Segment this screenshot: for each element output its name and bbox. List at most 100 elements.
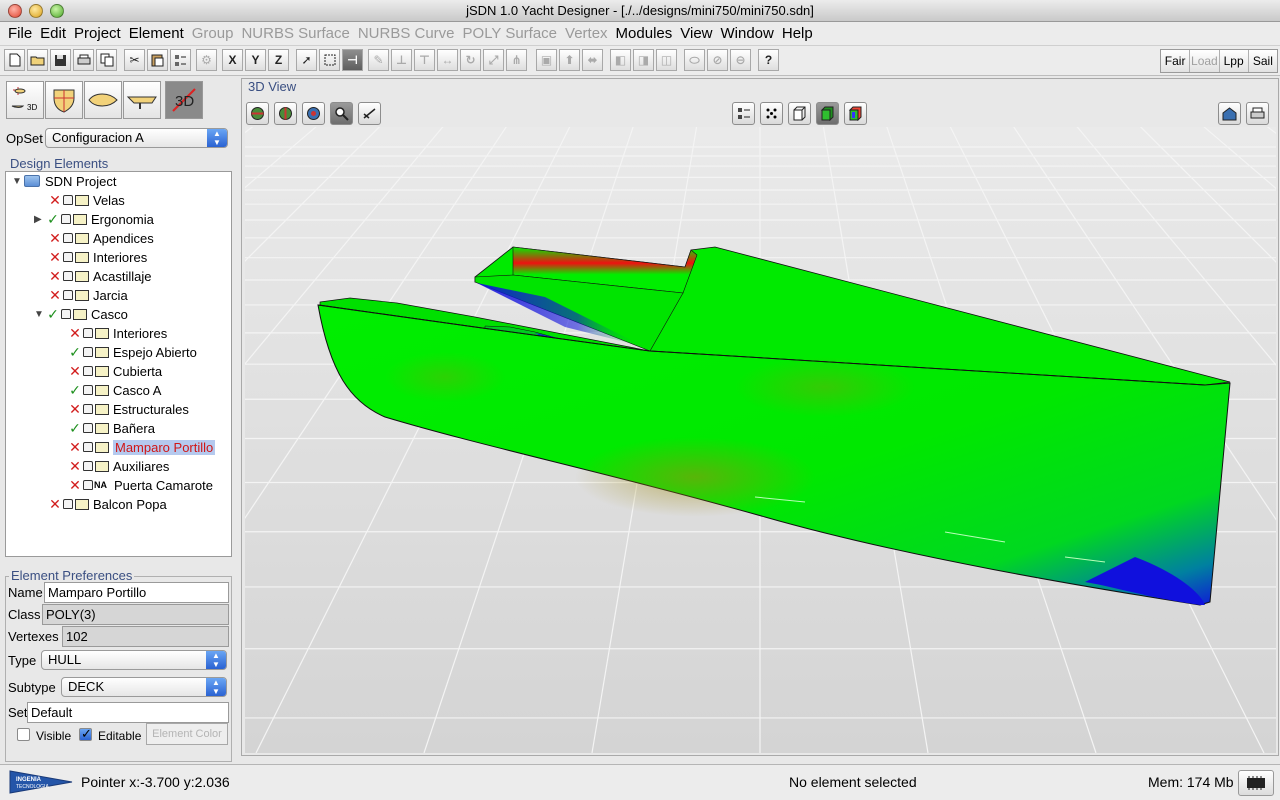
type-select[interactable]: HULL ▲ ▼	[41, 650, 227, 670]
menu-project[interactable]: Project	[70, 25, 125, 42]
name-field[interactable]: Mamparo Portillo	[44, 582, 229, 603]
pan-view-button[interactable]	[302, 102, 325, 125]
menu-nurbs-surface[interactable]: NURBS Surface	[237, 25, 353, 42]
surface-tool-1-button[interactable]: ▣	[536, 49, 557, 71]
tree-item-mamparo-portillo[interactable]: ✕ Mamparo Portillo	[68, 438, 216, 456]
sail-module-button[interactable]: Sail	[1248, 50, 1277, 72]
vertex-tool-6-button[interactable]: ⋔	[506, 49, 527, 71]
paste-button[interactable]	[147, 49, 168, 71]
menu-nurbs-curve[interactable]: NURBS Curve	[354, 25, 459, 42]
tree-root[interactable]: ▼ SDN Project	[12, 172, 117, 190]
print-button[interactable]	[73, 49, 94, 71]
tree-item-jarcia[interactable]: ✕ Jarcia	[48, 286, 128, 304]
3d-view-button[interactable]: 3D	[165, 81, 203, 119]
minimize-window-button[interactable]	[29, 4, 43, 18]
render-mode-5-button[interactable]	[844, 102, 867, 125]
vertex-tool-2-button[interactable]: ⊤	[414, 49, 435, 71]
garbage-collect-button[interactable]	[1238, 770, 1274, 796]
tree-item-ergonomia[interactable]: ▶ ✓ Ergonomia	[34, 210, 154, 228]
vertex-tool-5-button[interactable]: ⤢	[483, 49, 504, 71]
help-button[interactable]: ?	[758, 49, 779, 71]
tree-item-apendices[interactable]: ✕ Apendices	[48, 229, 154, 247]
visible-checkbox[interactable]	[17, 728, 30, 741]
render-mode-3-button[interactable]	[788, 102, 811, 125]
zoom-window-button[interactable]	[50, 4, 64, 18]
mirror-tool-1-button[interactable]: ◧	[610, 49, 631, 71]
load-module-button[interactable]: Load	[1190, 50, 1220, 72]
tree-item-acastillaje[interactable]: ✕ Acastillaje	[48, 267, 151, 285]
tree-item-cubierta[interactable]: ✕ Cubierta	[68, 362, 162, 380]
menu-modules[interactable]: Modules	[612, 25, 677, 42]
print-view-button[interactable]	[1246, 102, 1269, 125]
plan-view-button[interactable]	[84, 81, 122, 119]
collapsed-triangle-icon[interactable]: ▶	[34, 214, 44, 225]
tree-item-espejo-abierto[interactable]: ✓ Espejo Abierto	[68, 343, 197, 361]
menu-view[interactable]: View	[676, 25, 716, 42]
tree-item-casco[interactable]: ▼ ✓ Casco	[34, 305, 128, 323]
expanded-triangle-icon[interactable]: ▼	[12, 176, 22, 187]
menu-vertex[interactable]: Vertex	[561, 25, 612, 42]
menu-poly-surface[interactable]: POLY Surface	[459, 25, 562, 42]
hull-tool-button[interactable]: ⊣	[342, 49, 363, 71]
pen-tool-button[interactable]: ✎	[368, 49, 389, 71]
tree-item-casco-a[interactable]: ✓ Casco A	[68, 381, 161, 399]
cut-button[interactable]: ✂	[124, 49, 145, 71]
tree-item-puerta-camarote[interactable]: ✕ NA Puerta Camarote	[68, 476, 213, 494]
mirror-tool-3-button[interactable]: ◫	[656, 49, 677, 71]
axis-z-button[interactable]: Z	[268, 49, 289, 71]
opset-select[interactable]: Configuracion A ▲ ▼	[45, 128, 228, 148]
tree-item-estructurales[interactable]: ✕ Estructurales	[68, 400, 189, 418]
design-elements-tree[interactable]: ▼ SDN Project ✕ Velas ▶ ✓ Ergonomia ✕ Apendi…	[5, 171, 232, 557]
view-all-button[interactable]: 3D	[6, 81, 44, 119]
settings-button[interactable]: ⚙	[196, 49, 217, 71]
render-mode-1-button[interactable]	[732, 102, 755, 125]
rect-select-button[interactable]	[319, 49, 340, 71]
editable-checkbox[interactable]	[79, 726, 92, 742]
menu-window[interactable]: Window	[717, 25, 778, 42]
body-plan-view-button[interactable]	[45, 81, 83, 119]
subtype-select[interactable]: DECK ▲ ▼	[61, 677, 227, 697]
fair-module-button[interactable]: Fair	[1161, 50, 1191, 72]
rotate-view-button[interactable]	[246, 102, 269, 125]
menu-edit[interactable]: Edit	[36, 25, 70, 42]
vertex-tool-1-button[interactable]: ⊥	[391, 49, 412, 71]
save-button[interactable]	[50, 49, 71, 71]
copy-page-button[interactable]	[96, 49, 117, 71]
menu-file[interactable]: File	[4, 25, 36, 42]
tree-item-casco-interiores[interactable]: ✕ Interiores	[68, 324, 167, 342]
surface-tool-2-button[interactable]: ⬆	[559, 49, 580, 71]
open-file-button[interactable]	[27, 49, 48, 71]
new-file-button[interactable]	[4, 49, 25, 71]
3d-canvas[interactable]	[245, 127, 1276, 753]
properties-button[interactable]	[170, 49, 191, 71]
menu-group[interactable]: Group	[188, 25, 238, 42]
menu-element[interactable]: Element	[125, 25, 188, 42]
lpp-module-button[interactable]: Lpp	[1219, 50, 1249, 72]
close-window-button[interactable]	[8, 4, 22, 18]
zoom-view-button[interactable]	[330, 102, 353, 125]
tree-item-banera[interactable]: ✓ Bañera	[68, 419, 155, 437]
set-field[interactable]: Default	[27, 702, 229, 723]
axis-x-button[interactable]: X	[222, 49, 243, 71]
surface-tool-3-button[interactable]: ⬌	[582, 49, 603, 71]
measure-view-button[interactable]	[358, 102, 381, 125]
hull-view-2-button[interactable]: ⊘	[707, 49, 728, 71]
hull-view-3-button[interactable]: ⊖	[730, 49, 751, 71]
profile-view-button[interactable]	[123, 81, 161, 119]
pointer-tool-button[interactable]: ➚	[296, 49, 317, 71]
menu-help[interactable]: Help	[778, 25, 817, 42]
tree-item-velas[interactable]: ✕ Velas	[48, 191, 125, 209]
hull-view-1-button[interactable]: ⬭	[684, 49, 705, 71]
mirror-tool-2-button[interactable]: ◨	[633, 49, 654, 71]
element-color-button[interactable]: Element Color	[146, 723, 228, 745]
home-view-button[interactable]	[1218, 102, 1241, 125]
vertex-tool-4-button[interactable]: ↻	[460, 49, 481, 71]
tree-item-balcon-popa[interactable]: ✕ Balcon Popa	[48, 495, 167, 513]
axis-y-button[interactable]: Y	[245, 49, 266, 71]
expanded-triangle-icon[interactable]: ▼	[34, 309, 44, 320]
tree-item-interiores[interactable]: ✕ Interiores	[48, 248, 147, 266]
render-mode-2-button[interactable]	[760, 102, 783, 125]
orbit-view-button[interactable]	[274, 102, 297, 125]
tree-item-auxiliares[interactable]: ✕ Auxiliares	[68, 457, 169, 475]
vertex-tool-3-button[interactable]: ↔	[437, 49, 458, 71]
